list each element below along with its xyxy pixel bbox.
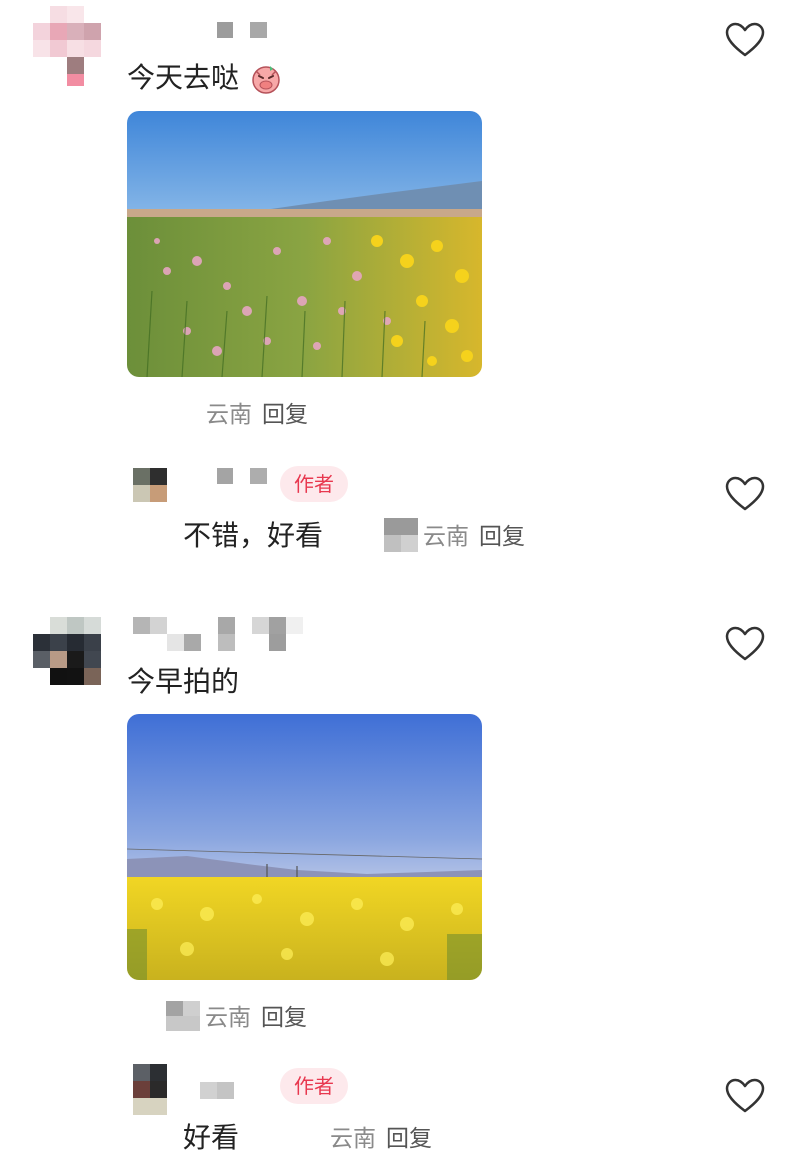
like-button[interactable] bbox=[725, 476, 765, 512]
like-button[interactable] bbox=[725, 22, 765, 58]
reply-button[interactable]: 回复 bbox=[479, 524, 525, 550]
reply-button[interactable]: 回复 bbox=[386, 1126, 432, 1152]
comment-photo[interactable] bbox=[127, 714, 482, 980]
comment-photo[interactable] bbox=[127, 111, 482, 377]
reply-button[interactable]: 回复 bbox=[261, 1005, 307, 1031]
commenter-avatar[interactable] bbox=[33, 6, 101, 86]
commenter-name-blurred[interactable] bbox=[217, 22, 267, 38]
author-avatar[interactable] bbox=[133, 468, 167, 502]
location-label: 云南 bbox=[423, 524, 469, 550]
location-label: 云南 bbox=[330, 1126, 376, 1152]
heart-outline-icon bbox=[725, 476, 765, 511]
reply-blurred-mark bbox=[384, 518, 418, 552]
reply-text: 不错，好看 bbox=[183, 519, 324, 552]
heart-outline-icon bbox=[725, 22, 765, 57]
author-name-blurred[interactable] bbox=[200, 1082, 234, 1099]
comment-meta: 云南 回复 bbox=[205, 1003, 307, 1033]
reply-text: 好看 bbox=[183, 1121, 240, 1154]
laughing-pig-icon bbox=[250, 63, 282, 95]
location-label: 云南 bbox=[206, 402, 252, 428]
like-button[interactable] bbox=[725, 1078, 765, 1114]
flower-field-image bbox=[127, 111, 482, 377]
rapeseed-field-image bbox=[127, 714, 482, 980]
author-badge: 作者 bbox=[280, 1068, 348, 1104]
like-button[interactable] bbox=[725, 626, 765, 662]
author-avatar[interactable] bbox=[133, 1064, 167, 1115]
reply-meta: 云南 回复 bbox=[330, 1124, 432, 1154]
heart-outline-icon bbox=[725, 1078, 765, 1113]
comment-text: 今早拍的 bbox=[127, 665, 240, 698]
reply-button[interactable]: 回复 bbox=[262, 402, 308, 428]
heart-outline-icon bbox=[725, 626, 765, 661]
comment-blurred-mark bbox=[166, 1001, 200, 1031]
commenter-name-blurred[interactable] bbox=[133, 617, 303, 651]
location-label: 云南 bbox=[205, 1005, 251, 1031]
comment-meta: 云南 回复 bbox=[206, 400, 308, 430]
comment-text: 今天去哒 bbox=[127, 60, 282, 96]
author-badge: 作者 bbox=[280, 466, 348, 502]
reply-meta: 云南 回复 bbox=[423, 522, 525, 552]
author-name-blurred[interactable] bbox=[217, 468, 267, 484]
commenter-avatar[interactable] bbox=[33, 617, 101, 685]
